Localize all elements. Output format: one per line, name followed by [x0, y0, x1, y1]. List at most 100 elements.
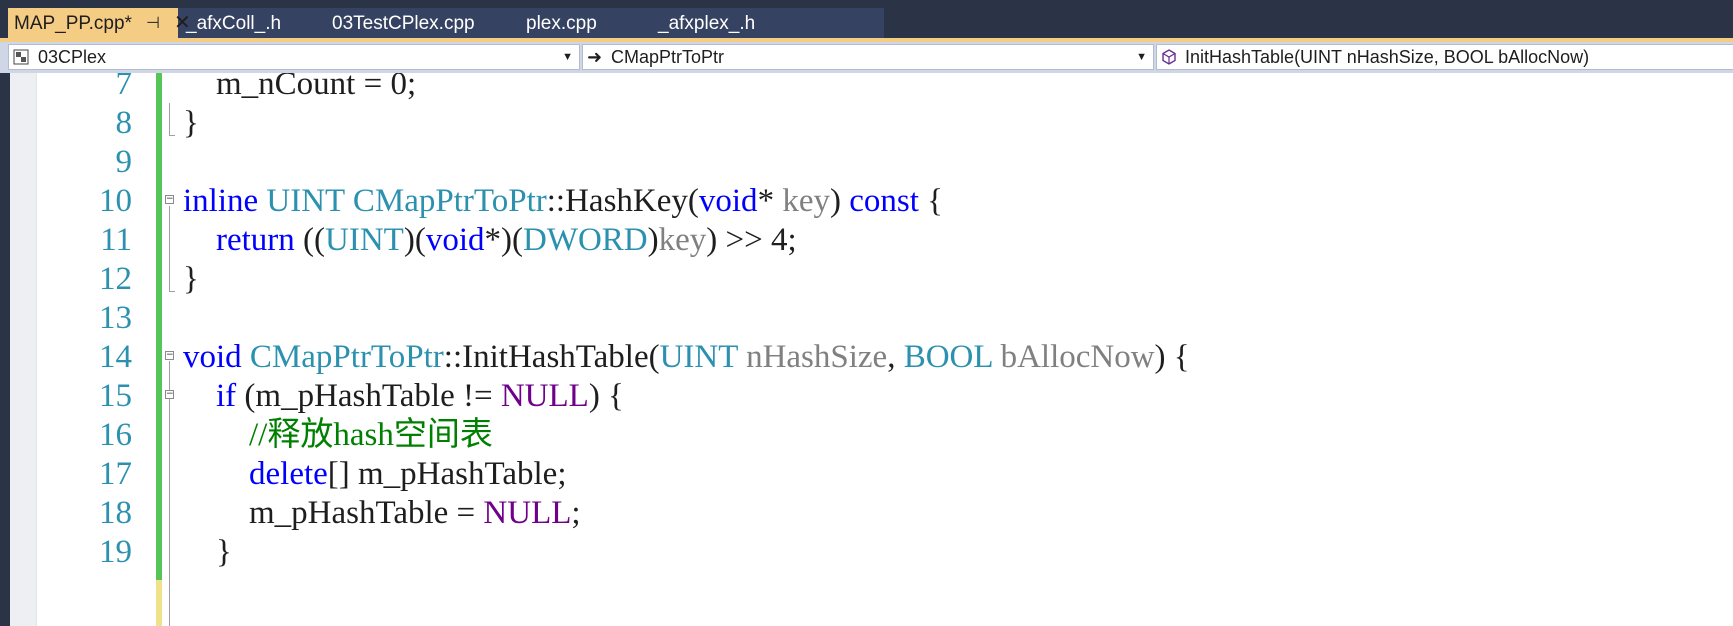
- code-text: if (m_pHashTable != NULL) {: [183, 375, 624, 418]
- collapse-icon[interactable]: −: [165, 195, 174, 204]
- code-token: CMapPtrToPtr: [249, 339, 444, 375]
- code-token: UINT: [325, 222, 404, 258]
- line-number: 11: [100, 222, 132, 258]
- collapse-icon[interactable]: −: [165, 351, 174, 360]
- code-line[interactable]: 13: [10, 297, 1733, 340]
- line-number: 8: [115, 105, 133, 141]
- line-number: 10: [99, 183, 132, 219]
- project-icon: [13, 49, 29, 65]
- chevron-down-icon: ▼: [1136, 51, 1147, 63]
- code-line[interactable]: 8}: [10, 102, 1733, 145]
- code-text: }: [183, 258, 199, 301]
- code-token: ::HashKey(: [546, 183, 699, 219]
- code-token: const: [849, 183, 919, 219]
- document-tab-strip: MAP_PP.cpp* ⊣ ✕ _afxColl_.h 03TestCPlex.…: [0, 0, 1733, 38]
- code-line[interactable]: 12}: [10, 258, 1733, 301]
- code-token: ) {: [588, 378, 624, 414]
- tab-afxcoll-h[interactable]: _afxColl_.h: [180, 8, 320, 38]
- code-token: void: [183, 339, 242, 375]
- class-dropdown[interactable]: ➜ CMapPtrToPtr ▼: [582, 44, 1154, 70]
- line-number: 14: [99, 339, 132, 375]
- code-token: }: [183, 105, 199, 141]
- tab-label: _afxColl_.h: [186, 13, 282, 34]
- code-token: nHashSize: [746, 339, 888, 375]
- code-line[interactable]: 10 − inline UINT CMapPtrToPtr::HashKey(voi…: [10, 180, 1733, 223]
- code-token: void: [698, 183, 758, 219]
- code-token: ::InitHashTable(: [443, 339, 660, 375]
- code-token: )(: [403, 222, 426, 258]
- line-number: 13: [99, 300, 132, 336]
- code-text: }: [183, 531, 232, 574]
- code-token: (m_pHashTable !=: [236, 378, 501, 414]
- code-token: *)(: [484, 222, 523, 258]
- arrow-right-icon: ➜: [587, 47, 603, 67]
- code-token: inline: [183, 183, 259, 219]
- tab-plex-cpp[interactable]: plex.cpp: [520, 8, 650, 38]
- tab-label: 03TestCPlex.cpp: [332, 13, 475, 34]
- line-number: 19: [99, 534, 132, 570]
- navigation-bar: 03CPlex ▼ ➜ CMapPtrToPtr ▼ InitHashTable…: [0, 42, 1733, 73]
- code-line[interactable]: 15 − if (m_pHashTable != NULL) {: [10, 375, 1733, 418]
- member-dropdown-value: InitHashTable(UINT nHashSize, BOOL bAllo…: [1185, 47, 1590, 67]
- code-token: CMapPtrToPtr: [352, 183, 547, 219]
- tab-map-pp-cpp[interactable]: MAP_PP.cpp* ⊣ ✕: [8, 8, 191, 39]
- code-token: UINT: [659, 339, 738, 375]
- code-line[interactable]: 16 //释放hash空间表: [10, 414, 1733, 457]
- code-line[interactable]: 19 }: [10, 531, 1733, 574]
- line-number: 17: [99, 456, 132, 492]
- code-token: key: [658, 222, 707, 258]
- code-token: ): [829, 183, 850, 219]
- code-token: m_pHashTable =: [249, 495, 484, 531]
- tab-label: MAP_PP.cpp*: [14, 13, 132, 34]
- code-line[interactable]: 18 m_pHashTable = NULL;: [10, 492, 1733, 535]
- code-editor[interactable]: 7 m_nCount = 0; 8} 9 10− inline UINT CMapPtr…: [10, 73, 1733, 626]
- member-dropdown[interactable]: InitHashTable(UINT nHashSize, BOOL bAllo…: [1156, 44, 1733, 70]
- code-token: }: [216, 534, 232, 570]
- tab-afxplex-h[interactable]: _afxplex_.h: [652, 8, 792, 38]
- code-token: delete: [249, 456, 328, 492]
- code-token: UINT: [266, 183, 345, 219]
- code-token: key: [782, 183, 830, 219]
- project-dropdown-value: 03CPlex: [38, 47, 107, 67]
- code-token: NULL: [483, 495, 572, 531]
- pin-icon[interactable]: ⊣: [146, 8, 160, 39]
- project-dropdown[interactable]: 03CPlex ▼: [8, 44, 580, 70]
- code-text: }: [183, 102, 199, 145]
- code-token: ;: [571, 495, 581, 531]
- code-line[interactable]: 14 − void CMapPtrToPtr::InitHashTable(UINT…: [10, 336, 1733, 379]
- code-text: void CMapPtrToPtr::InitHashTable(UINT nH…: [183, 336, 1190, 379]
- method-cube-icon: [1162, 49, 1176, 65]
- code-line[interactable]: 17 delete[] m_pHashTable;: [10, 453, 1733, 496]
- editor-window: MAP_PP.cpp* ⊣ ✕ _afxColl_.h 03TestCPlex.…: [0, 0, 1733, 626]
- collapse-icon[interactable]: −: [165, 390, 174, 399]
- line-number: 16: [99, 417, 132, 453]
- tab-label: plex.cpp: [526, 13, 597, 34]
- code-token: DWORD: [522, 222, 648, 258]
- code-text: //释放hash空间表: [183, 414, 493, 457]
- code-token: ) >> 4;: [706, 222, 797, 258]
- tab-03testcplex-cpp[interactable]: 03TestCPlex.cpp: [326, 8, 516, 38]
- code-token: {: [918, 183, 943, 219]
- class-dropdown-value: CMapPtrToPtr: [611, 47, 725, 67]
- code-token: BOOL: [903, 339, 993, 375]
- code-token: ((: [294, 222, 326, 258]
- code-line[interactable]: 9: [10, 141, 1733, 184]
- code-line[interactable]: 11 return ((UINT)(void*)(DWORD)key) >> 4…: [10, 219, 1733, 262]
- code-text: m_pHashTable = NULL;: [183, 492, 581, 535]
- code-text: inline UINT CMapPtrToPtr::HashKey(void* …: [183, 180, 943, 223]
- code-text: delete[] m_pHashTable;: [183, 453, 566, 496]
- code-token: ): [647, 222, 659, 258]
- unsaved-changes-bar: [156, 580, 162, 626]
- code-token: return: [216, 222, 295, 258]
- line-number: 18: [99, 495, 132, 531]
- code-token: bAllocNow: [1000, 339, 1155, 375]
- code-token: [] m_pHashTable;: [327, 456, 567, 492]
- code-token: //释放hash空间表: [249, 417, 493, 453]
